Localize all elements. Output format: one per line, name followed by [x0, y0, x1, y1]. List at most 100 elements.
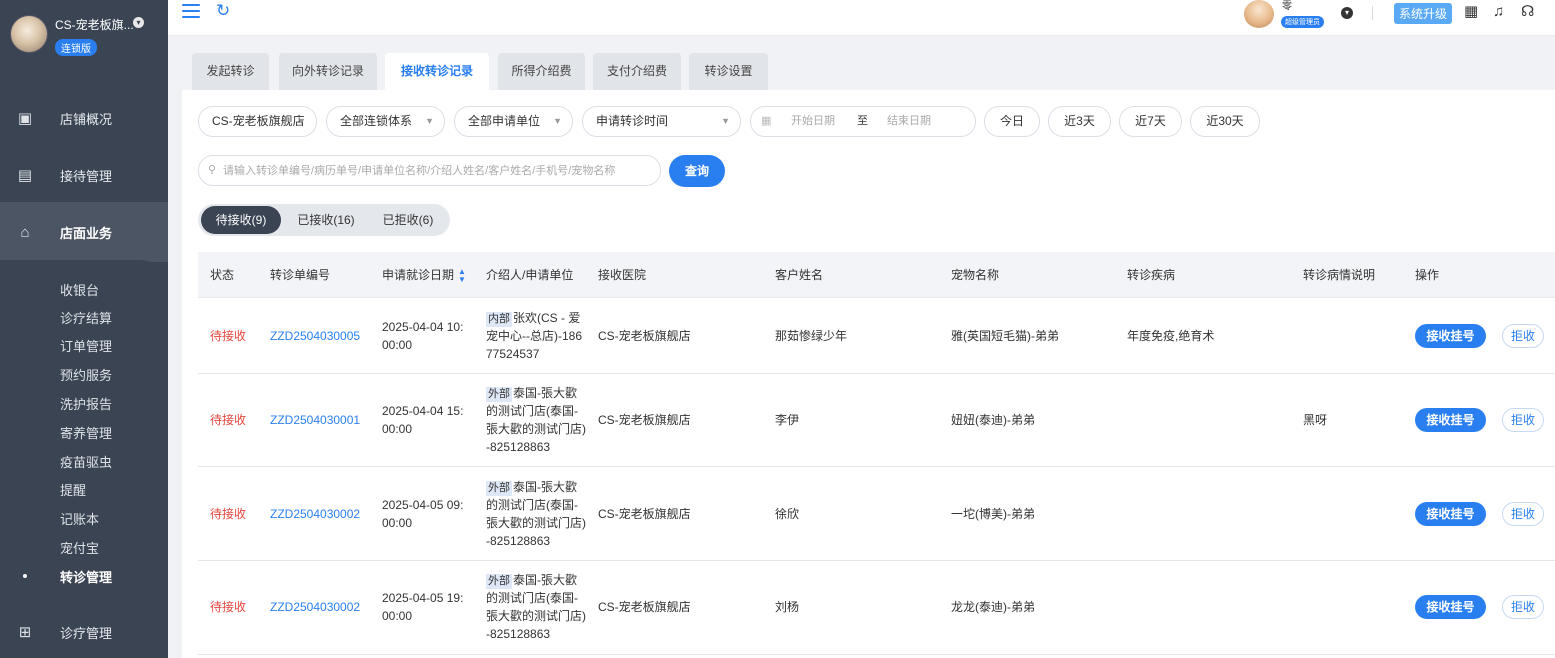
status-accepted[interactable]: 已接收(16) [286, 206, 366, 234]
last-7-days-button[interactable]: 近7天 [1119, 106, 1182, 137]
tab-earned-fees[interactable]: 所得介绍费 [498, 53, 585, 90]
nav-item-reception[interactable]: ▤ 接待管理 [0, 147, 168, 204]
col-status: 状态 [210, 268, 235, 282]
table-row: 待接收 ZZD2504030002 2025-04-05 19: 00:00 外… [198, 561, 1555, 655]
row-code-link[interactable]: ZZD2504030005 [270, 327, 360, 345]
table-row: 待接收 ZZD2504030005 2025-04-04 10: 00:00 内… [198, 298, 1555, 374]
sub-item-pet-pay[interactable]: 宠付宝 [60, 538, 99, 557]
row-referrer: 外部 泰国-張大歡 的测试门店(泰国- 張大歡的测试门店) -825128863 [486, 571, 591, 643]
last-3-days-button[interactable]: 近3天 [1048, 106, 1111, 137]
date-range-picker[interactable]: ▦ 开始日期 至 结束日期 [750, 106, 976, 137]
chevron-down-icon[interactable]: ▾ [133, 17, 144, 28]
sub-item-vaccine-deworm[interactable]: 疫苗驱虫 [60, 452, 112, 471]
row-date-line2: 00:00 [382, 609, 413, 623]
refresh-icon[interactable]: ↻ [216, 2, 230, 20]
row-date-line2: 00:00 [382, 338, 413, 352]
status-pending[interactable]: 待接收(9) [201, 206, 281, 234]
shop-select[interactable]: CS-宠老板旗舰店 ▼ [198, 106, 317, 137]
divider [1372, 6, 1373, 20]
nav-item-treatment[interactable]: ⊞ 诊疗管理 [0, 604, 168, 658]
shop-select-value: CS-宠老板旗舰店 [212, 114, 305, 128]
referrer-tag: 外部 [486, 574, 512, 589]
row-hospital: CS-宠老板旗舰店 [598, 329, 691, 343]
sort-icon[interactable]: ▲ ▼ [458, 267, 466, 284]
row-code-link[interactable]: ZZD2504030002 [270, 598, 360, 616]
last-30-days-button[interactable]: 近30天 [1190, 106, 1260, 137]
accept-button[interactable]: 接收挂号 [1415, 408, 1486, 432]
col-pet: 宠物名称 [951, 268, 1000, 282]
tab-incoming-records[interactable]: 接收转诊记录 [385, 53, 489, 90]
accept-button[interactable]: 接收挂号 [1415, 324, 1486, 348]
sub-item-orders[interactable]: 订单管理 [60, 336, 112, 355]
row-date: 2025-04-05 19: 00:00 [382, 589, 463, 625]
status-rejected[interactable]: 已拒收(6) [370, 206, 446, 234]
reject-button[interactable]: 拒收 [1502, 502, 1544, 526]
row-date-line2: 00:00 [382, 422, 413, 436]
referrer-line1: 泰国-張大歡 [513, 480, 577, 494]
table-row: 待接收 ZZD2504030002 2025-04-05 09: 00:00 外… [198, 467, 1555, 561]
today-button[interactable]: 今日 [984, 106, 1040, 137]
sub-item-reminder[interactable]: 提醒 [60, 480, 86, 499]
shop-header[interactable]: CS-宠老板旗... ▾ 连锁版 [0, 0, 168, 72]
table-header: 状态 转诊单编号 申请就诊日期 ▲ ▼ 介绍人/申请单位 接收医院 客户姓名 宠物名… [198, 252, 1555, 298]
row-date-line1: 2025-04-05 09: [382, 498, 464, 512]
start-date[interactable]: 开始日期 [791, 107, 835, 136]
sub-item-treatment-settlement[interactable]: 诊疗结算 [60, 308, 112, 327]
row-date: 2025-04-04 15: 00:00 [382, 402, 463, 438]
accept-button[interactable]: 接收挂号 [1415, 502, 1486, 526]
sub-item-grooming-report[interactable]: 洗护报告 [60, 394, 112, 413]
applicant-select[interactable]: 全部申请单位 ▼ [454, 106, 573, 137]
chain-select[interactable]: 全部连锁体系 ▼ [326, 106, 445, 137]
shop-avatar [10, 15, 48, 53]
chevron-down-icon: ▼ [553, 116, 562, 126]
row-code-link[interactable]: ZZD2504030001 [270, 411, 360, 429]
menu-icon[interactable] [182, 4, 200, 20]
query-button[interactable]: 查询 [669, 155, 725, 187]
row-date-line1: 2025-04-05 19: [382, 591, 464, 605]
row-date: 2025-04-05 09: 00:00 [382, 496, 463, 532]
sub-item-appointments[interactable]: 预约服务 [60, 365, 112, 384]
row-code-link[interactable]: ZZD2504030002 [270, 505, 360, 523]
tab-initiate-referral[interactable]: 发起转诊 [192, 53, 269, 90]
col-date-label: 申请就诊日期 [382, 268, 455, 282]
referrer-line1: 泰国-張大歡 [513, 573, 577, 587]
chevron-down-icon[interactable]: ▾ [1341, 7, 1353, 19]
col-date[interactable]: 申请就诊日期 ▲ ▼ [382, 252, 466, 298]
row-pet: 一坨(博美)-弟弟 [951, 507, 1035, 521]
sub-item-boarding[interactable]: 寄养管理 [60, 423, 112, 442]
bell-icon[interactable]: ♫ [1493, 3, 1504, 21]
current-dot [23, 574, 27, 578]
nav-item-store-business[interactable]: ⌂ 店面业务 [0, 204, 168, 261]
referrer-line3: 張大歡的测试门店) [486, 516, 586, 530]
topbar: ↻ 零 超级管理员 ▾ 系统升级 ▦ ♫ ☊ [168, 0, 1555, 36]
sub-item-cashier[interactable]: 收银台 [60, 280, 99, 299]
nav-item-label: 接待管理 [60, 169, 113, 184]
sub-item-ledger[interactable]: 记账本 [60, 509, 99, 528]
reject-button[interactable]: 拒收 [1502, 408, 1544, 432]
tab-outgoing-records[interactable]: 向外转诊记录 [279, 53, 377, 90]
col-disease: 转诊疾病 [1127, 268, 1176, 282]
row-pet: 妞妞(泰迪)-弟弟 [951, 413, 1035, 427]
tab-paid-fees[interactable]: 支付介绍费 [593, 53, 681, 90]
upgrade-button[interactable]: 系统升级 [1394, 3, 1453, 24]
row-hospital: CS-宠老板旗舰店 [598, 507, 691, 521]
search-input[interactable] [223, 156, 653, 185]
calendar-icon[interactable]: ▦ [1464, 3, 1478, 21]
accept-button[interactable]: 接收挂号 [1415, 595, 1486, 619]
row-disease: 年度免疫,绝育术 [1127, 329, 1215, 343]
headset-icon[interactable]: ☊ [1521, 3, 1534, 21]
search-icon: ⚲ [208, 164, 217, 176]
nav-item-label: 店面业务 [60, 226, 113, 241]
time-type-select[interactable]: 申请转诊时间 ▼ [582, 106, 741, 137]
row-date: 2025-04-04 10: 00:00 [382, 318, 463, 354]
reject-button[interactable]: 拒收 [1502, 324, 1544, 348]
sub-item-referral[interactable]: 转诊管理 [60, 567, 112, 586]
dashboard-icon: ▣ [17, 109, 33, 127]
nav-item-store-overview[interactable]: ▣ 店铺概况 [0, 90, 168, 147]
calendar-icon: ▦ [761, 115, 772, 127]
reject-button[interactable]: 拒收 [1502, 595, 1544, 619]
referrer-line1: 泰国-張大歡 [513, 386, 577, 400]
avatar[interactable] [1244, 0, 1274, 28]
end-date[interactable]: 结束日期 [887, 107, 931, 136]
tab-referral-settings[interactable]: 转诊设置 [689, 53, 768, 90]
